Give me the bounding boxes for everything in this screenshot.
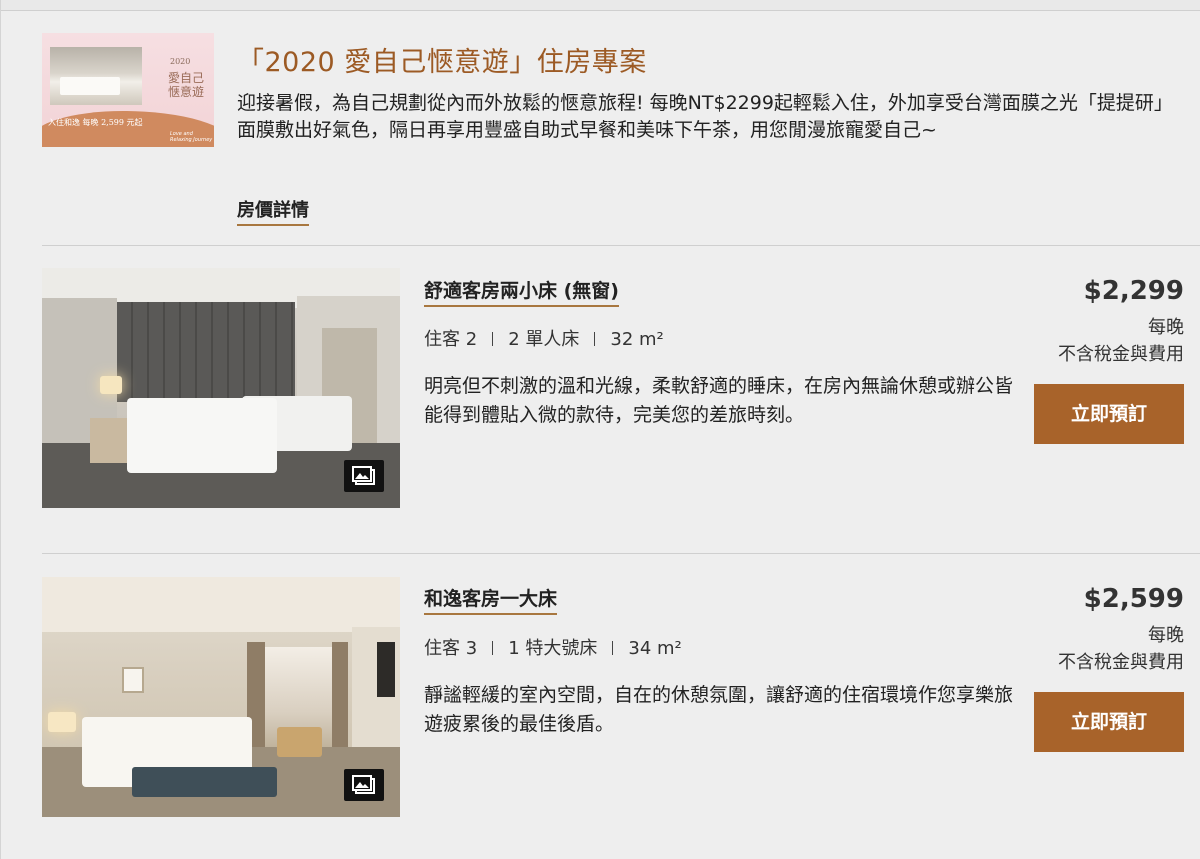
room-description: 靜謐輕緩的室內空間，自在的休憩氛圍，讓舒適的住宿環境作您享樂旅遊疲累後的最佳後盾… [424, 684, 1014, 735]
room-size: 32 m² [610, 329, 664, 350]
tax-note: 不含稅金與費用 [1058, 344, 1184, 365]
room-beds: 2 單人床 [508, 329, 580, 350]
room-size: 34 m² [628, 638, 682, 659]
photo-ceiling [42, 577, 400, 632]
price-unit: 每晚 [1148, 625, 1184, 646]
photo-artwork [122, 667, 144, 693]
room-name-link[interactable]: 舒適客房兩小床 (無窗) [424, 276, 619, 307]
package-thumbnail[interactable]: 2020 愛自己惬意遊 入住和逸 每晚 2,599 元起 Love and Re… [42, 33, 214, 147]
photo-lamp [100, 376, 122, 394]
thumbnail-room-photo [50, 47, 142, 105]
room-description: 明亮但不刺激的溫和光線，柔軟舒適的睡床，在房內無論休憩或辦公皆能得到體貼入微的款… [424, 375, 1014, 426]
thumbnail-year: 2020 [170, 57, 191, 66]
photo-bed [127, 398, 277, 473]
package-description: 迎接暑假，為自己規劃從內而外放鬆的愜意旅程! 每晚NT$2299起輕鬆入住，外加… [237, 92, 1173, 141]
room-guests: 住客 3 [424, 638, 478, 659]
thumbnail-subtitle: Love and Relaxing Journey [170, 131, 213, 143]
thumbnail-title: 愛自己惬意遊 [167, 71, 204, 99]
book-now-button[interactable]: 立即預訂 [1034, 692, 1184, 752]
room-meta: 住客 3 1 特大號床 34 m² [424, 634, 682, 660]
thumbnail-price: 入住和逸 每晚 2,599 元起 [48, 118, 143, 127]
room-photo[interactable] [42, 268, 400, 508]
photo-tv [377, 642, 395, 697]
gallery-icon[interactable] [344, 769, 384, 801]
photo-bench [132, 767, 277, 797]
package-title: 「2020 愛自己愜意遊」住房專案 [237, 47, 647, 78]
meta-separator [594, 332, 596, 346]
meta-separator [492, 332, 494, 346]
tax-note: 不含稅金與費用 [1058, 652, 1184, 673]
room-guests: 住客 2 [424, 329, 478, 350]
photo-nightstand [90, 418, 130, 463]
photo-headboard-panel [117, 302, 295, 402]
room-photo[interactable] [42, 577, 400, 817]
room-name-link[interactable]: 和逸客房一大床 [424, 584, 558, 615]
book-now-button[interactable]: 立即預訂 [1034, 384, 1184, 444]
price-unit: 每晚 [1148, 317, 1184, 338]
meta-separator [492, 641, 494, 655]
section-divider [42, 553, 1200, 554]
room-beds: 1 特大號床 [508, 638, 598, 659]
room-price: $2,599 [1083, 584, 1184, 614]
section-divider [42, 245, 1200, 246]
window-top-edge [0, 0, 1200, 11]
room-meta: 住客 2 2 單人床 32 m² [424, 325, 664, 351]
room-price: $2,299 [1083, 276, 1184, 306]
window-left-edge [0, 0, 1, 859]
photo-lamp [48, 712, 76, 732]
meta-separator [612, 641, 614, 655]
photo-chair [277, 727, 322, 757]
rate-details-link[interactable]: 房價詳情 [237, 196, 309, 226]
gallery-icon[interactable] [344, 460, 384, 492]
